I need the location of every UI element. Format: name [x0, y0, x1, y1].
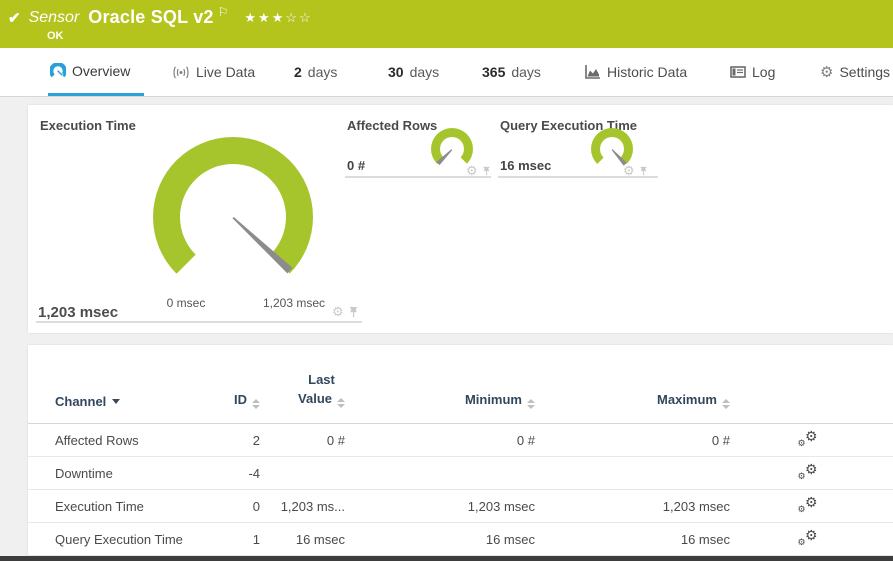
channel-name: Query Execution Time — [55, 531, 183, 547]
panel-divider — [498, 176, 658, 178]
pin-icon[interactable] — [348, 306, 359, 318]
header-minimum[interactable]: Minimum — [345, 392, 535, 423]
channel-minimum: 16 msec — [485, 531, 535, 547]
channel-last-value: 16 msec — [295, 531, 345, 547]
sensor-titlebar: ✔ Sensor Oracle SQL v2 ⚐ ★★★☆☆ OK — [0, 0, 893, 48]
channel-table-card: Channel ID Last Value Minimum Maximum Aff… — [28, 345, 893, 557]
pin-icon[interactable] — [482, 166, 491, 176]
channel-id: 1 — [252, 531, 260, 547]
gauge-settings-gear-icon[interactable]: ⚙ — [332, 305, 344, 318]
sort-icon — [527, 399, 535, 409]
gauge-current-value: 0 # — [347, 158, 366, 173]
channel-name: Downtime — [55, 465, 113, 481]
status-check-icon: ✔ — [8, 9, 21, 27]
channel-minimum: 0 # — [516, 432, 535, 448]
tab-historic-data[interactable]: Historic Data — [585, 48, 687, 96]
sort-icon — [337, 398, 345, 409]
stars-filled: ★★★ — [244, 9, 286, 25]
channel-maximum: 16 msec — [680, 531, 730, 547]
channel-settings-icon[interactable]: ⚙ ⚙ — [798, 527, 818, 547]
historic-data-icon — [585, 65, 601, 79]
tab-30-days-unit: days — [409, 64, 440, 80]
panel-divider — [36, 321, 362, 323]
execution-time-gauge — [153, 137, 313, 297]
tab-log[interactable]: Log — [730, 48, 775, 96]
header-maximum[interactable]: Maximum — [535, 392, 730, 423]
tab-30-days-number: 30 — [388, 64, 404, 80]
channel-settings-icon[interactable]: ⚙ ⚙ — [798, 461, 818, 481]
tab-log-label: Log — [752, 64, 776, 80]
tab-historic-data-label: Historic Data — [607, 64, 688, 80]
settings-gear-icon: ⚙ — [820, 63, 834, 81]
channel-id: 2 — [252, 432, 260, 448]
channel-settings-icon[interactable]: ⚙ ⚙ — [798, 494, 818, 514]
channel-id: 0 — [252, 498, 260, 514]
table-row[interactable]: Execution Time 0 1,203 ms... 1,203 msec … — [28, 490, 893, 523]
page-title: Oracle SQL v2 — [88, 7, 214, 27]
tab-365-days-unit: days — [511, 64, 541, 80]
table-row[interactable]: Downtime -4 ⚙ ⚙ — [28, 457, 893, 490]
gauge-scale-min: 0 msec — [166, 296, 206, 310]
channel-last-value: 1,203 ms... — [280, 498, 345, 514]
bottom-strip — [0, 556, 893, 561]
header-channel[interactable]: Channel — [55, 394, 205, 423]
channel-id: -4 — [248, 465, 260, 481]
gauge-panel-title: Execution Time — [40, 118, 136, 133]
gauges-card: Execution Time 0 msec 1,203 msec 1,203 m… — [28, 105, 893, 333]
panel-divider — [345, 176, 491, 178]
tab-365-days[interactable]: 365 days — [482, 48, 541, 96]
tab-live-data[interactable]: Live Data — [172, 48, 255, 96]
object-type-label: Sensor — [28, 8, 80, 26]
tab-2-days[interactable]: 2 days — [294, 48, 337, 96]
tab-365-days-number: 365 — [482, 64, 506, 80]
gauge-scale-max: 1,203 msec — [262, 296, 326, 310]
tab-settings-label: Settings — [839, 64, 891, 80]
channel-settings-icon[interactable]: ⚙ ⚙ — [798, 428, 818, 448]
channel-maximum: 0 # — [711, 432, 730, 448]
status-badge: OK — [47, 30, 64, 42]
tab-settings[interactable]: ⚙ Settings — [820, 48, 890, 96]
tab-2-days-number: 2 — [294, 64, 302, 80]
gauge-icon — [50, 62, 66, 79]
header-last-value[interactable]: Last Value — [260, 371, 345, 423]
tab-bar: Overview Live Data 2 days 30 days 365 da… — [0, 48, 893, 97]
gauge-current-value: 1,203 msec — [38, 304, 119, 321]
channel-table-header: Channel ID Last Value Minimum Maximum — [28, 345, 893, 424]
stars-empty: ☆☆ — [285, 9, 313, 25]
tab-30-days[interactable]: 30 days — [388, 48, 439, 96]
header-id[interactable]: ID — [205, 392, 260, 423]
priority-stars[interactable]: ★★★☆☆ — [244, 10, 312, 26]
table-row[interactable]: Affected Rows 2 0 # 0 # 0 # ⚙ ⚙ — [28, 424, 893, 457]
log-icon — [730, 66, 746, 78]
channel-name: Execution Time — [55, 498, 144, 514]
gauge-panel-title: Affected Rows — [347, 118, 438, 133]
channel-name: Affected Rows — [55, 432, 139, 448]
tab-live-data-label: Live Data — [196, 64, 256, 80]
tab-overview[interactable]: Overview — [48, 48, 145, 96]
table-row[interactable]: Query Execution Time 1 16 msec 16 msec 1… — [28, 523, 893, 556]
tab-2-days-unit: days — [307, 64, 338, 80]
pin-icon[interactable] — [639, 166, 648, 176]
sort-icon — [252, 399, 260, 409]
gauge-current-value: 16 msec — [500, 158, 552, 173]
sort-icon — [722, 399, 730, 409]
channel-minimum: 1,203 msec — [467, 498, 535, 514]
live-data-icon — [172, 66, 190, 79]
priority-flag-icon[interactable]: ⚐ — [218, 5, 229, 19]
channel-maximum: 1,203 msec — [662, 498, 730, 514]
sort-desc-icon — [112, 399, 121, 404]
tab-overview-label: Overview — [72, 62, 131, 79]
channel-last-value: 0 # — [326, 432, 345, 448]
